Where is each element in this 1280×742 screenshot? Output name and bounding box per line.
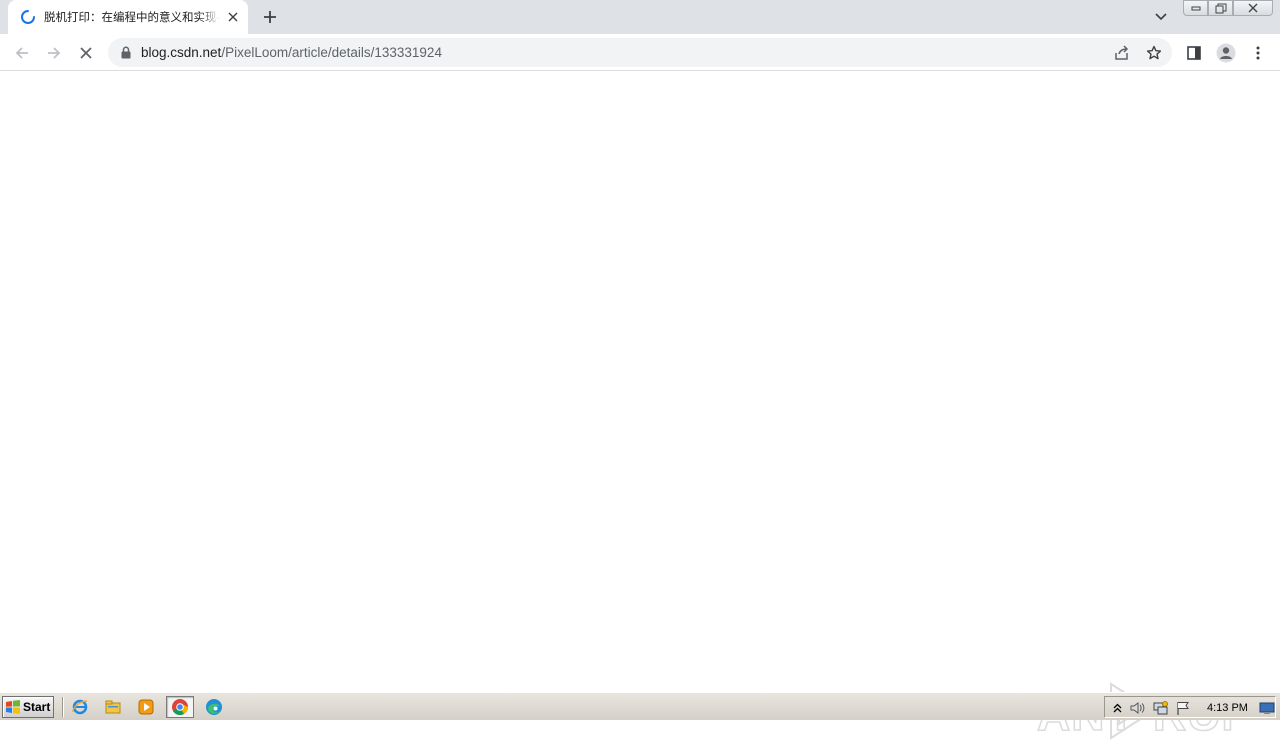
edge-button[interactable] — [200, 696, 228, 718]
bookmark-button[interactable] — [1142, 41, 1166, 65]
start-label: Start — [23, 700, 51, 714]
file-explorer-icon — [105, 700, 121, 714]
internet-explorer-icon — [72, 699, 88, 715]
back-button[interactable] — [8, 39, 36, 67]
share-button[interactable] — [1110, 41, 1134, 65]
tab-title: 脱机打印：在编程中的意义和实现-CSDN博客 — [44, 10, 220, 24]
system-tray: 4:13 PM — [1104, 696, 1276, 718]
side-panel-button[interactable] — [1180, 39, 1208, 67]
edge-icon — [206, 699, 222, 715]
taskbar-clock[interactable]: 4:13 PM — [1207, 700, 1248, 716]
media-player-icon — [138, 699, 154, 715]
plus-icon — [264, 11, 276, 23]
profile-button[interactable] — [1212, 39, 1240, 67]
lock-icon[interactable] — [120, 46, 132, 59]
taskbar: Start 4:13 PM — [0, 692, 1280, 720]
file-explorer-button[interactable] — [99, 696, 127, 718]
flag-icon — [1177, 702, 1189, 715]
action-center-button[interactable] — [1175, 700, 1191, 716]
address-bar[interactable]: blog.csdn.net/PixelLoom/article/details/… — [108, 38, 1172, 67]
windows-logo-icon — [6, 700, 20, 714]
stop-loading-button[interactable] — [72, 39, 100, 67]
show-desktop-button[interactable] — [1259, 700, 1275, 716]
arrow-left-icon — [15, 47, 28, 59]
minimize-icon — [1191, 6, 1200, 11]
media-player-button[interactable] — [132, 696, 160, 718]
speaker-icon — [1130, 702, 1145, 714]
close-window-button[interactable] — [1233, 0, 1273, 16]
browser-tab[interactable]: 脱机打印：在编程中的意义和实现-CSDN博客 — [8, 0, 248, 34]
new-tab-button[interactable] — [256, 4, 284, 30]
restore-button[interactable] — [1208, 0, 1233, 16]
url-path: /PixelLoom/article/details/133331924 — [221, 45, 442, 60]
internet-explorer-button[interactable] — [66, 696, 94, 718]
loading-spinner-icon — [21, 10, 35, 24]
url-text[interactable]: blog.csdn.net/PixelLoom/article/details/… — [141, 44, 442, 61]
page-viewport[interactable]: ANY RUN — [0, 72, 1280, 741]
avatar-icon — [1216, 43, 1236, 63]
taskbar-divider — [62, 697, 64, 717]
volume-button[interactable] — [1129, 700, 1145, 716]
network-icon — [1153, 701, 1168, 715]
arrow-right-icon — [48, 47, 61, 59]
start-button[interactable]: Start — [2, 696, 54, 718]
forward-button[interactable] — [40, 39, 68, 67]
chrome-taskbar-button[interactable] — [166, 696, 194, 718]
share-icon — [1115, 45, 1129, 60]
close-icon — [1248, 3, 1258, 13]
network-button[interactable] — [1153, 700, 1169, 716]
star-icon — [1146, 45, 1162, 60]
show-hidden-icons-button[interactable] — [1109, 700, 1125, 716]
chevron-up-icon — [1113, 703, 1121, 713]
tab-close-icon[interactable] — [224, 8, 242, 26]
close-icon — [80, 47, 92, 59]
tab-strip: 脱机打印：在编程中的意义和实现-CSDN博客 — [0, 0, 1280, 34]
restore-icon — [1215, 3, 1226, 13]
chrome-icon — [172, 699, 189, 716]
minimize-button[interactable] — [1183, 0, 1208, 16]
browser-toolbar: blog.csdn.net/PixelLoom/article/details/… — [0, 34, 1280, 71]
more-vertical-icon — [1256, 46, 1260, 60]
url-host: blog.csdn.net — [141, 45, 222, 60]
side-panel-icon — [1187, 46, 1201, 60]
desktop-icon — [1259, 702, 1275, 714]
browser-menu-button[interactable] — [1244, 39, 1272, 67]
chevron-down-icon — [1155, 13, 1167, 21]
tab-search-button[interactable] — [1150, 6, 1172, 28]
